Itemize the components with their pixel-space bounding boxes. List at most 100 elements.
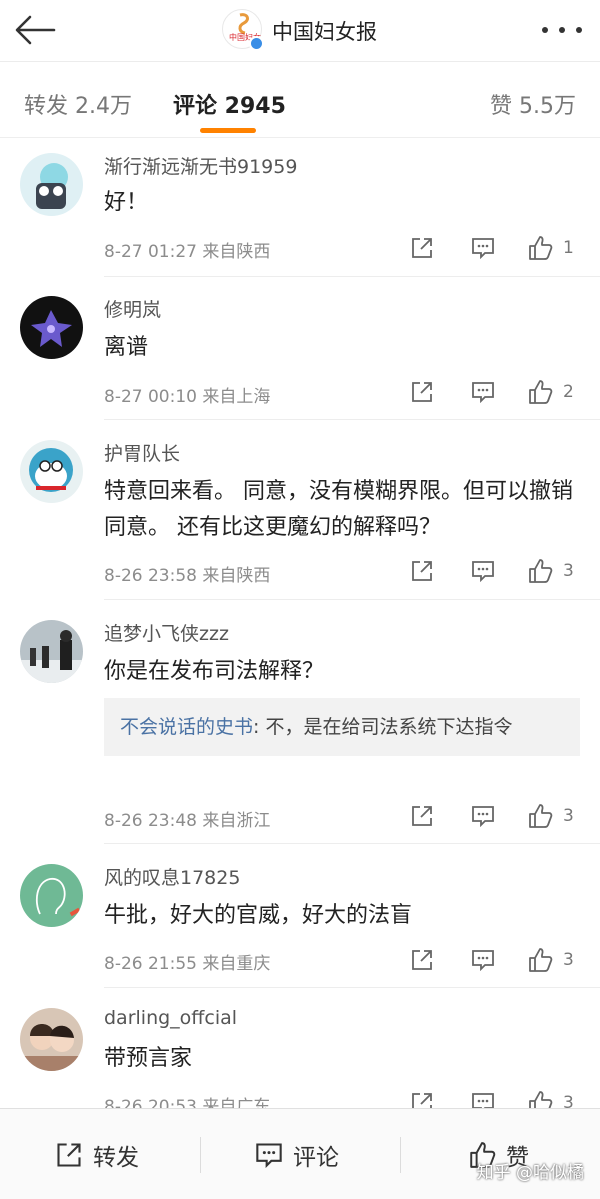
reply-button[interactable]	[463, 555, 503, 587]
arrow-left-icon	[15, 15, 56, 45]
active-tab-indicator	[200, 128, 256, 133]
thumbs-up-icon	[529, 380, 553, 404]
reply-preview[interactable]: 不会说话的史书: 不，是在给司法系统下达指令	[104, 698, 580, 756]
like-button[interactable]: 3	[527, 944, 587, 976]
avatar-image	[20, 296, 83, 359]
thumbs-up-icon	[529, 804, 553, 828]
comment-item: 追梦小飞侠zzz 你是在发布司法解释？ 不会说话的史书: 不，是在给司法系统下达…	[0, 606, 600, 844]
avatar[interactable]	[20, 620, 83, 683]
comment-icon	[472, 806, 494, 827]
tab-like[interactable]: 赞 5.5万	[490, 88, 576, 120]
comment-icon	[472, 382, 494, 403]
like-count: 3	[563, 561, 574, 581]
comment-item: 修明岚 离谱 8-27 00:10 来自上海 2	[0, 282, 600, 420]
comment-username[interactable]: 风的叹息17825	[104, 863, 240, 890]
account-name[interactable]: 中国妇女报	[272, 16, 377, 46]
divider	[104, 599, 600, 600]
comment-text: 离谱	[104, 335, 149, 360]
like-button[interactable]: 3	[527, 800, 587, 832]
share-button[interactable]	[402, 800, 442, 832]
comment-item: 护胃队长 特意回来看。 同意，没有模糊界限。但可以撤销同意。 还有比这更魔幻的解…	[0, 426, 600, 600]
comment-username[interactable]: 渐行渐远渐无书91959	[104, 152, 297, 179]
share-button[interactable]	[402, 232, 442, 264]
tab-repost[interactable]: 转发 2.4万	[24, 88, 132, 120]
like-count: 3	[563, 950, 574, 970]
avatar-image	[20, 1008, 83, 1071]
tab-comment[interactable]: 评论 2945	[173, 88, 286, 120]
comment-username[interactable]: 护胃队长	[104, 439, 180, 466]
comment-button[interactable]: 评论	[255, 1109, 339, 1199]
comment-item: 风的叹息17825 牛批，好大的官威，好大的法盲 8-26 21:55 来自重庆…	[0, 850, 600, 988]
dot-icon	[542, 27, 548, 33]
comment-meta: 8-27 00:10 来自上海	[104, 387, 271, 407]
watermark: 知乎 @哈似橘	[476, 1163, 584, 1183]
thumbs-up-icon	[529, 1091, 553, 1108]
avatar-image	[20, 440, 83, 503]
comment-item: 渐行渐远渐无书91959 好！ 8-27 01:27 来自陕西 1	[0, 139, 600, 277]
back-button[interactable]	[14, 12, 60, 48]
avatar[interactable]	[20, 1008, 83, 1071]
like-button[interactable]: 1	[527, 232, 587, 264]
comment-item: darling_offcial 带预言家 8-26 20:53 来自广东 3	[0, 994, 600, 1108]
reply-button[interactable]	[463, 1087, 503, 1108]
avatar[interactable]	[20, 153, 83, 216]
share-button[interactable]	[402, 376, 442, 408]
divider	[104, 419, 600, 420]
avatar-image	[20, 620, 83, 683]
comment-text: 特意回来看。 同意，没有模糊界限。但可以撤销同意。 还有比这更魔幻的解释吗？	[104, 479, 573, 540]
like-button[interactable]: 3	[527, 555, 587, 587]
share-button[interactable]	[402, 944, 442, 976]
share-button[interactable]	[402, 1087, 442, 1108]
comment-icon	[256, 1142, 282, 1168]
share-icon	[412, 238, 432, 258]
more-options-button[interactable]	[542, 20, 582, 40]
like-count: 2	[563, 382, 574, 402]
comment-meta: 8-26 23:58 来自陕西	[104, 566, 271, 586]
comment-meta: 8-27 01:27 来自陕西	[104, 242, 271, 262]
divider	[104, 987, 600, 988]
like-post-button[interactable]: 赞	[468, 1109, 529, 1199]
comment-username[interactable]: 追梦小飞侠zzz	[104, 619, 229, 646]
share-button[interactable]	[402, 555, 442, 587]
verified-badge-icon	[249, 36, 264, 51]
tab-bar: 转发 2.4万 评论 2945 赞 5.5万	[0, 62, 600, 138]
like-count: 3	[563, 806, 574, 826]
account-avatar[interactable]: 中国妇女	[222, 9, 264, 51]
reply-text: : 不，是在给司法系统下达指令	[253, 716, 513, 738]
like-count: 3	[563, 1093, 574, 1108]
comment-icon	[472, 561, 494, 582]
avatar[interactable]	[20, 296, 83, 359]
repost-label: 转发	[93, 1144, 139, 1171]
repost-button[interactable]: 转发	[55, 1109, 139, 1199]
comment-text: 带预言家	[104, 1046, 193, 1071]
like-count: 1	[563, 238, 574, 258]
top-nav-bar: 中国妇女 中国妇女报	[0, 0, 600, 62]
comment-username[interactable]: darling_offcial	[104, 1007, 237, 1029]
comment-text: 牛批，好大的官威，好大的法盲	[104, 903, 413, 928]
thumbs-up-icon	[529, 236, 553, 260]
reply-button[interactable]	[463, 232, 503, 264]
share-icon	[412, 806, 432, 826]
comment-text: 你是在发布司法解释？	[104, 659, 325, 684]
avatar[interactable]	[20, 440, 83, 503]
avatar-image	[20, 153, 83, 216]
reply-username[interactable]: 不会说话的史书	[120, 716, 253, 738]
comment-meta: 8-26 21:55 来自重庆	[104, 954, 271, 974]
share-icon	[412, 382, 432, 402]
like-button[interactable]: 2	[527, 376, 587, 408]
comment-meta: 8-26 20:53 来自广东	[104, 1097, 271, 1108]
reply-button[interactable]	[463, 800, 503, 832]
reply-button[interactable]	[463, 376, 503, 408]
avatar[interactable]	[20, 864, 83, 927]
like-button[interactable]: 3	[527, 1087, 587, 1108]
bottom-action-bar: 转发 评论 赞	[0, 1108, 600, 1199]
comment-username[interactable]: 修明岚	[104, 295, 161, 322]
reply-button[interactable]	[463, 944, 503, 976]
dot-icon	[576, 27, 582, 33]
share-icon	[412, 561, 432, 581]
comment-meta: 8-26 23:48 来自浙江	[104, 811, 271, 831]
comment-icon	[472, 1093, 494, 1108]
separator	[400, 1137, 401, 1173]
comment-label: 评论	[293, 1144, 339, 1171]
divider	[104, 843, 600, 844]
